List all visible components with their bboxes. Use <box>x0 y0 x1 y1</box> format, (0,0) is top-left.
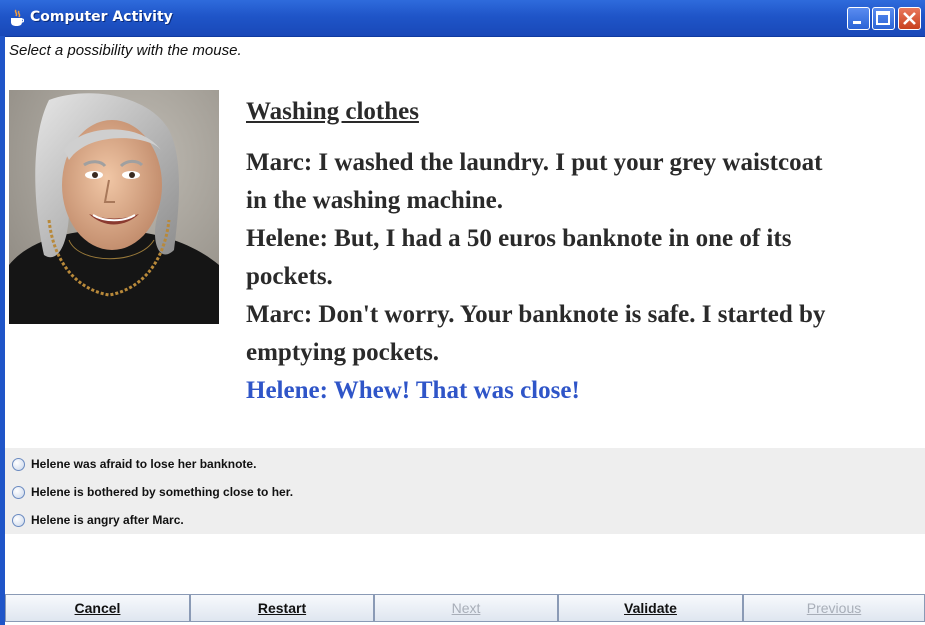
window-title: Computer Activity <box>30 9 173 25</box>
story-title: Washing clothes <box>246 98 419 125</box>
java-coffee-cup-icon <box>10 9 25 27</box>
option-label[interactable]: Helene is bothered by something close to… <box>31 485 293 499</box>
dialogue-line: in the washing machine. <box>246 187 503 214</box>
minimize-icon <box>853 21 861 24</box>
button-bar: Cancel Restart Next Validate Previous <box>5 594 925 625</box>
instruction-text: Select a possibility with the mouse. <box>9 42 242 59</box>
dialogue-line-highlighted: Helene: Whew! That was close! <box>246 377 580 404</box>
minimize-button[interactable] <box>847 7 870 30</box>
answer-options: Helene was afraid to lose her banknote. … <box>5 448 925 534</box>
dialogue-line: emptying pockets. <box>246 339 440 366</box>
option-3[interactable]: Helene is angry after Marc. <box>12 510 184 530</box>
previous-button[interactable]: Previous <box>743 594 925 622</box>
option-label[interactable]: Helene was afraid to lose her banknote. <box>31 457 256 471</box>
close-button[interactable] <box>898 7 921 30</box>
avatar <box>9 90 219 324</box>
radio-button-icon[interactable] <box>12 513 25 527</box>
dialogue-line: Marc: I washed the laundry. I put your g… <box>246 149 823 176</box>
close-icon <box>903 12 916 25</box>
window-border <box>0 36 5 625</box>
restart-button[interactable]: Restart <box>190 594 374 622</box>
option-2[interactable]: Helene is bothered by something close to… <box>12 482 293 502</box>
validate-button[interactable]: Validate <box>558 594 743 622</box>
cancel-button[interactable]: Cancel <box>5 594 190 622</box>
dialogue-line: Marc: Don't worry. Your banknote is safe… <box>246 301 826 328</box>
next-button[interactable]: Next <box>374 594 558 622</box>
option-1[interactable]: Helene was afraid to lose her banknote. <box>12 454 256 474</box>
radio-button-icon[interactable] <box>12 457 25 471</box>
dialogue-line: Helene: But, I had a 50 euros banknote i… <box>246 225 792 252</box>
title-bar: Computer Activity <box>0 0 925 37</box>
maximize-button[interactable] <box>872 7 895 30</box>
option-label[interactable]: Helene is angry after Marc. <box>31 513 184 527</box>
dialogue-line: pockets. <box>246 263 333 290</box>
radio-button-icon[interactable] <box>12 485 25 499</box>
dialogue-text: Marc: I washed the laundry. I put your g… <box>246 144 916 410</box>
maximize-icon <box>876 11 890 25</box>
